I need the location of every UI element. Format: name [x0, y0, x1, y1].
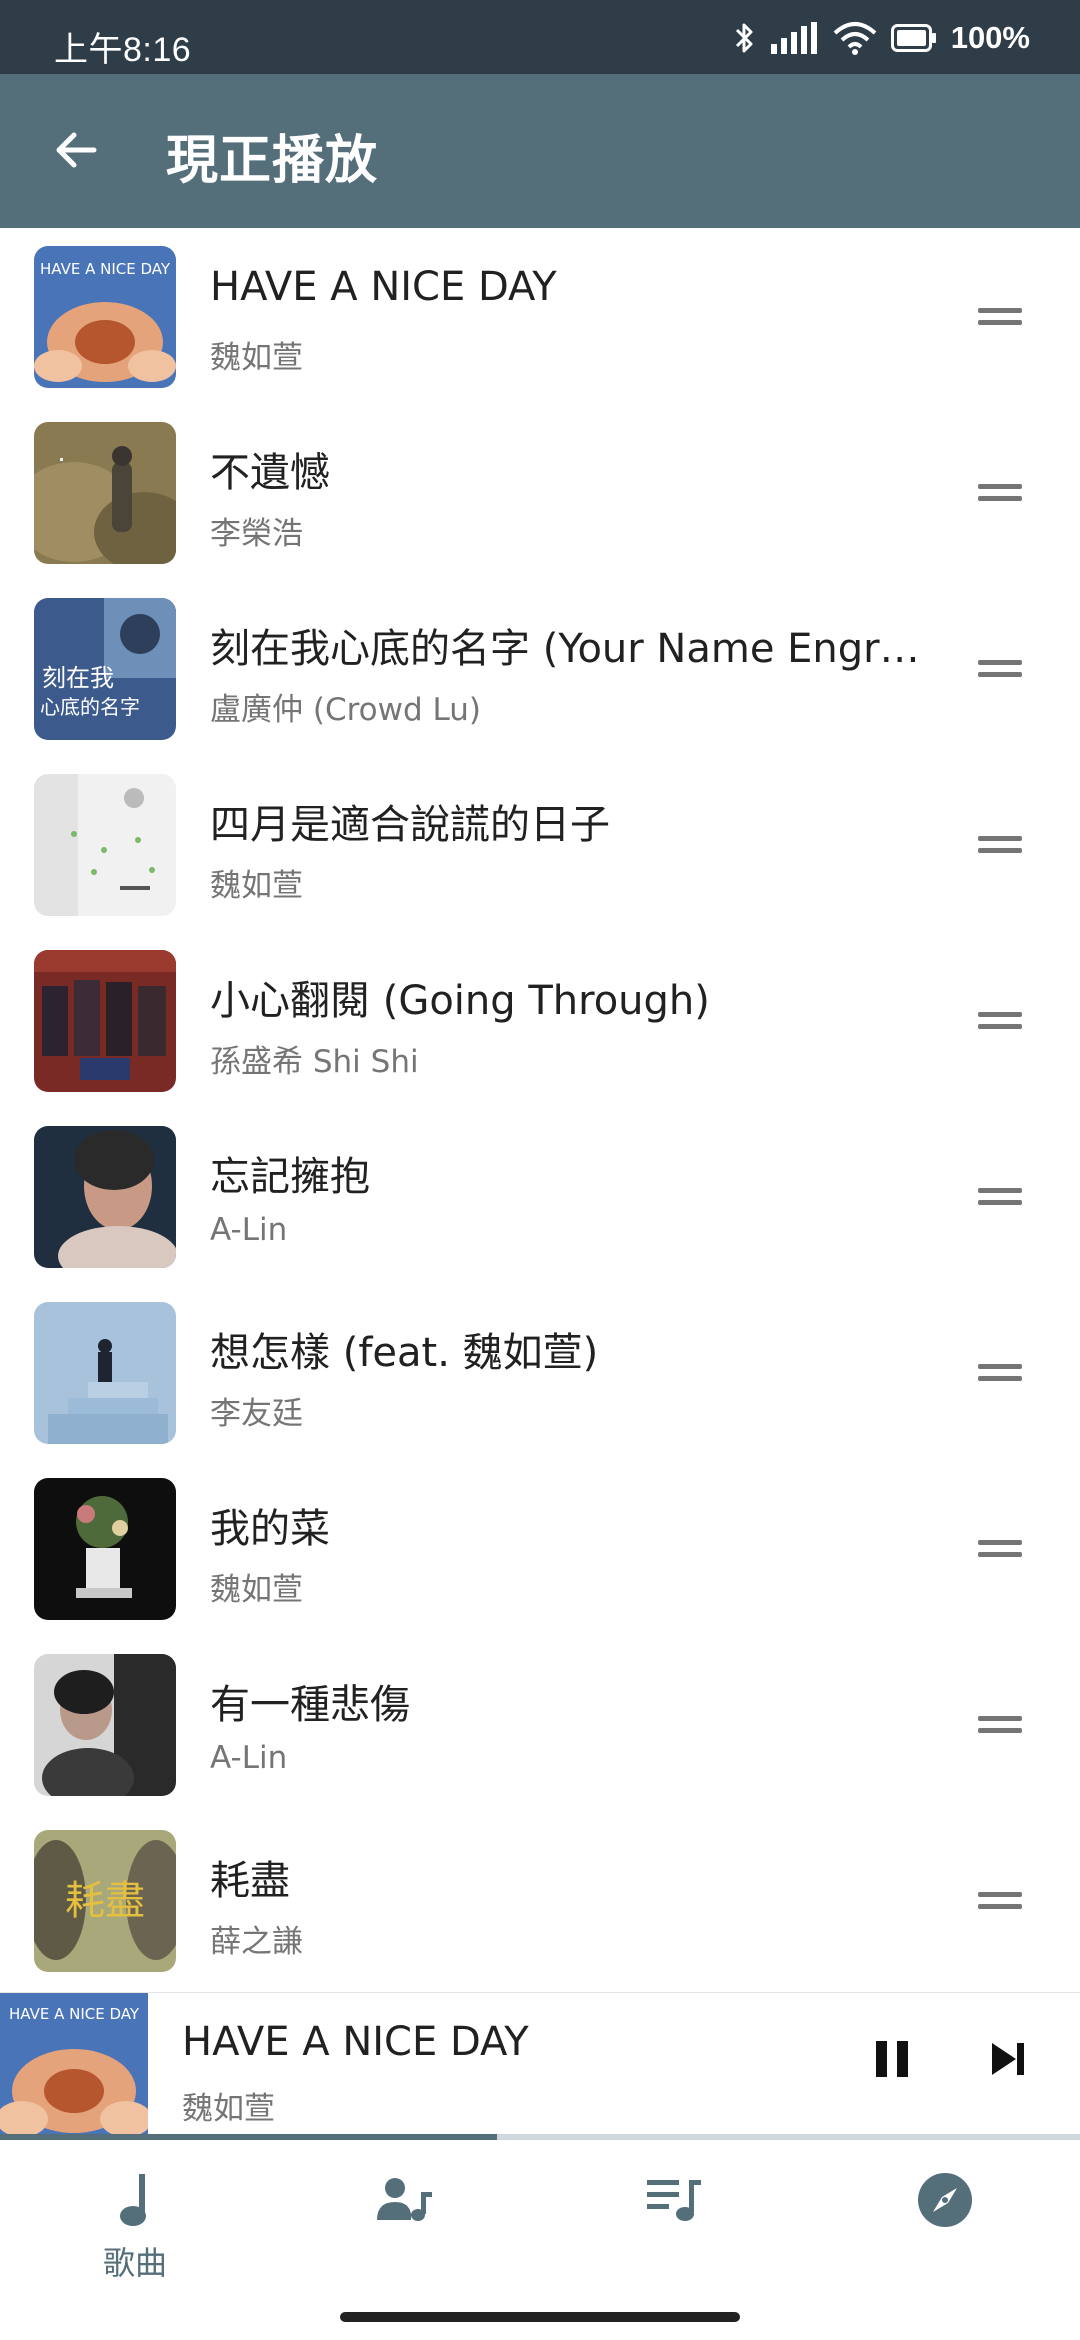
- drag-handle-icon[interactable]: [970, 298, 1030, 334]
- skip-next-icon: [992, 2043, 1024, 2075]
- song-title: 我的菜: [210, 1506, 330, 1552]
- song-artist: 魏如萱: [210, 868, 303, 904]
- song-title: 有一種悲傷: [210, 1682, 410, 1728]
- song-artist: 盧廣仲 (Crowd Lu): [210, 692, 481, 728]
- nav-explore[interactable]: [810, 2140, 1080, 2290]
- pause-button[interactable]: [862, 2029, 922, 2089]
- drag-handle-icon[interactable]: [970, 1178, 1030, 1214]
- song-title: 耗盡: [210, 1858, 290, 1904]
- signal-icon: [770, 22, 817, 54]
- song-title: 刻在我心底的名字 (Your Name Engraved Herein): [210, 626, 940, 672]
- nav-songs[interactable]: 歌曲: [0, 2140, 270, 2290]
- song-row[interactable]: 四月是適合說謊的日子 魏如萱: [0, 756, 1080, 932]
- drag-handle-icon[interactable]: [970, 1354, 1030, 1390]
- song-row[interactable]: 我的菜 魏如萱: [0, 1460, 1080, 1636]
- song-row[interactable]: 小心翻閱 (Going Through) 孫盛希 Shi Shi: [0, 932, 1080, 1108]
- album-cover: 刻在我 心底的名字: [34, 598, 176, 740]
- song-row[interactable]: 有一種悲傷 A-Lin: [0, 1636, 1080, 1812]
- pause-icon: [876, 2041, 908, 2077]
- svg-text:HAVE A NICE DAY: HAVE A NICE DAY: [40, 260, 171, 278]
- song-title: 小心翻閱 (Going Through): [210, 978, 710, 1024]
- svg-text:刻在我: 刻在我: [42, 664, 114, 692]
- album-cover: [34, 1478, 176, 1620]
- song-artist: 李友廷: [210, 1396, 303, 1432]
- album-cover: [34, 950, 176, 1092]
- album-cover: 耗盡: [34, 1830, 176, 1972]
- song-title: 想怎樣 (feat. 魏如萱): [210, 1330, 599, 1376]
- song-title: 四月是適合說謊的日子: [210, 802, 610, 848]
- arrow-left-icon: [56, 132, 97, 168]
- nav-artists[interactable]: [270, 2140, 540, 2290]
- drag-handle-icon[interactable]: [970, 474, 1030, 510]
- song-artist: A-Lin: [210, 1212, 288, 1248]
- drag-handle-icon[interactable]: [970, 1002, 1030, 1038]
- song-row[interactable]: 忘記擁抱 A-Lin: [0, 1108, 1080, 1284]
- song-row[interactable]: 耗盡 耗盡 薛之謙: [0, 1812, 1080, 1988]
- battery-icon: [890, 24, 936, 52]
- back-button[interactable]: [36, 110, 116, 190]
- now-playing-queue[interactable]: HAVE A NICE DAY HAVE A NICE DAY 魏如萱 不遺憾 …: [0, 228, 1080, 1992]
- home-indicator[interactable]: [340, 2312, 740, 2322]
- song-artist: 孫盛希 Shi Shi: [210, 1044, 419, 1080]
- drag-handle-icon[interactable]: [970, 650, 1030, 686]
- status-icons: 100%: [733, 16, 1030, 60]
- mini-player-title: HAVE A NICE DAY: [182, 2019, 529, 2065]
- mini-player-cover: HAVE A NICE DAY: [0, 1993, 148, 2139]
- song-row[interactable]: 刻在我 心底的名字 刻在我心底的名字 (Your Name Engraved H…: [0, 580, 1080, 756]
- song-artist: A-Lin: [210, 1740, 288, 1776]
- song-title: HAVE A NICE DAY: [210, 264, 557, 310]
- album-cover: [34, 422, 176, 564]
- song-row[interactable]: 想怎樣 (feat. 魏如萱) 李友廷: [0, 1284, 1080, 1460]
- drag-handle-icon[interactable]: [970, 1706, 1030, 1742]
- compass-icon: [918, 2173, 972, 2227]
- song-row[interactable]: HAVE A NICE DAY HAVE A NICE DAY 魏如萱: [0, 228, 1080, 404]
- bottom-navigation: 歌曲: [0, 2140, 1080, 2340]
- album-cover: [34, 1654, 176, 1796]
- mini-player[interactable]: HAVE A NICE DAY HAVE A NICE DAY 魏如萱: [0, 1992, 1080, 2139]
- page-title: 現正播放: [166, 131, 379, 191]
- app-bar: 現正播放: [0, 74, 1080, 228]
- bluetooth-icon: [735, 23, 753, 53]
- music-note-icon: [120, 2174, 146, 2226]
- artist-icon: [377, 2178, 432, 2221]
- album-cover: [34, 1302, 176, 1444]
- nav-playlists[interactable]: [540, 2140, 810, 2290]
- playlist-icon: [647, 2180, 701, 2221]
- skip-next-button[interactable]: [978, 2029, 1038, 2089]
- drag-handle-icon[interactable]: [970, 1530, 1030, 1566]
- status-time: 上午8:16: [54, 31, 192, 69]
- svg-text:HAVE A NICE DAY: HAVE A NICE DAY: [9, 2005, 140, 2023]
- wifi-icon: [833, 22, 877, 55]
- song-title: 不遺憾: [210, 450, 330, 496]
- battery-percent: 100%: [950, 20, 1030, 55]
- nav-songs-label: 歌曲: [102, 2244, 167, 2282]
- song-artist: 魏如萱: [210, 1572, 303, 1608]
- svg-text:耗盡: 耗盡: [65, 1878, 145, 1924]
- album-cover: HAVE A NICE DAY: [34, 246, 176, 388]
- song-artist: 薛之謙: [210, 1924, 303, 1960]
- song-artist: 魏如萱: [210, 340, 303, 376]
- song-title: 忘記擁抱: [210, 1154, 370, 1200]
- album-cover: [34, 1126, 176, 1268]
- drag-handle-icon[interactable]: [970, 1882, 1030, 1918]
- svg-text:心底的名字: 心底的名字: [40, 695, 140, 719]
- song-artist: 李榮浩: [210, 516, 303, 552]
- drag-handle-icon[interactable]: [970, 826, 1030, 862]
- mini-player-artist: 魏如萱: [182, 2091, 275, 2127]
- status-bar: 上午8:16 100%: [0, 0, 1080, 74]
- album-cover: [34, 774, 176, 916]
- song-row[interactable]: 不遺憾 李榮浩: [0, 404, 1080, 580]
